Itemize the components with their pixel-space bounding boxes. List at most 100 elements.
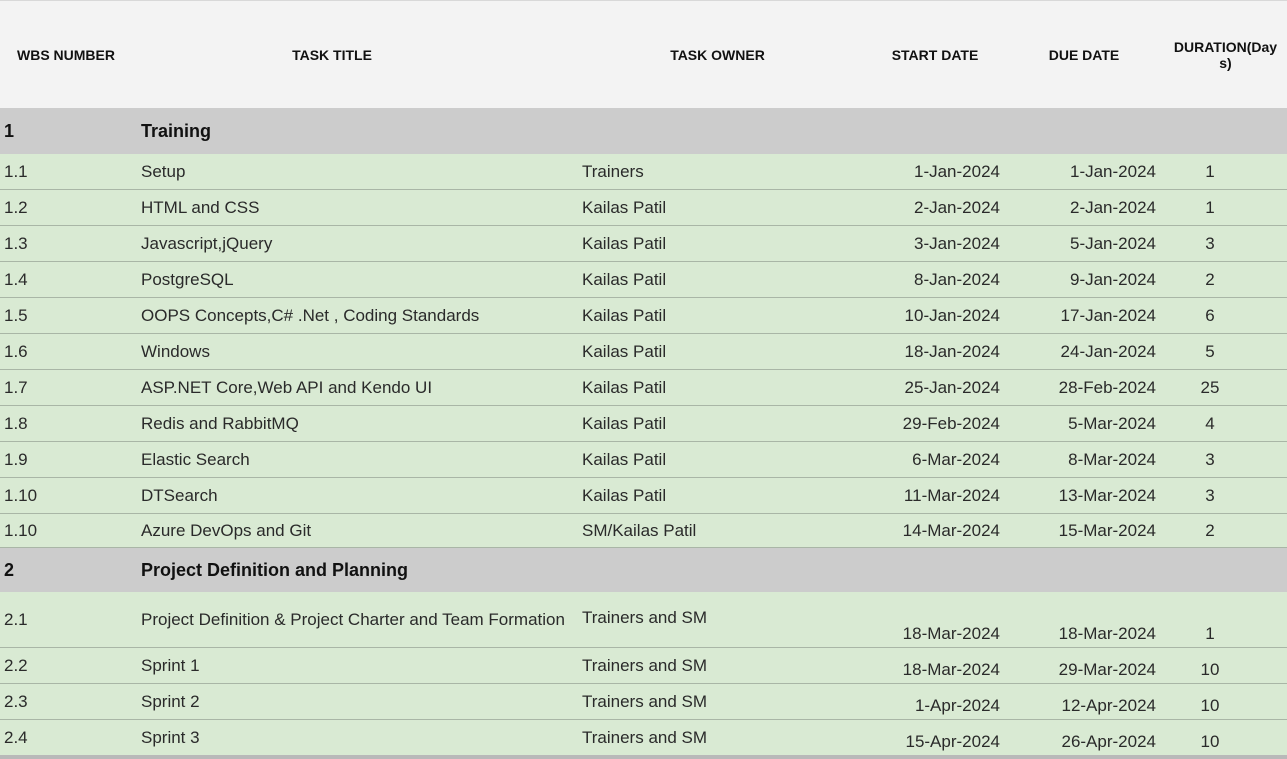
cell-task-title[interactable]: HTML and CSS: [141, 190, 259, 225]
cell-duration[interactable]: 1: [1186, 190, 1234, 225]
cell-duration[interactable]: 10: [1186, 684, 1234, 719]
cell-task-owner[interactable]: Kailas Patil: [582, 226, 666, 261]
cell-task-title[interactable]: Elastic Search: [141, 442, 250, 477]
cell-wbs-number[interactable]: 2.3: [4, 684, 28, 719]
cell-due-date[interactable]: 9-Jan-2024: [1000, 262, 1156, 297]
cell-task-title[interactable]: Training: [141, 108, 211, 154]
cell-due-date[interactable]: 12-Apr-2024: [1000, 684, 1156, 719]
cell-task-title[interactable]: Javascript,jQuery: [141, 226, 272, 261]
cell-start-date[interactable]: 18-Jan-2024: [850, 334, 1000, 369]
cell-start-date[interactable]: 25-Jan-2024: [850, 370, 1000, 405]
header-due-date[interactable]: DUE DATE: [1022, 1, 1146, 109]
cell-due-date[interactable]: 5-Mar-2024: [1000, 406, 1156, 441]
cell-duration[interactable]: 4: [1186, 406, 1234, 441]
cell-task-title[interactable]: Windows: [141, 334, 210, 369]
cell-wbs-number[interactable]: 1.3: [4, 226, 28, 261]
cell-wbs-number[interactable]: 2: [4, 548, 14, 592]
cell-task-title[interactable]: OOPS Concepts,C# .Net , Coding Standards: [141, 298, 479, 333]
cell-start-date[interactable]: 1-Apr-2024: [850, 684, 1000, 719]
cell-due-date[interactable]: 18-Mar-2024: [1000, 592, 1156, 647]
cell-duration[interactable]: 2: [1186, 262, 1234, 297]
cell-wbs-number[interactable]: 2.4: [4, 720, 28, 755]
cell-task-title[interactable]: DTSearch: [141, 478, 218, 513]
cell-wbs-number[interactable]: 1.6: [4, 334, 28, 369]
cell-wbs-number[interactable]: 2.2: [4, 648, 28, 683]
cell-wbs-number[interactable]: 1.10: [4, 478, 37, 513]
cell-task-owner[interactable]: Trainers and SM: [582, 648, 707, 683]
cell-wbs-number[interactable]: 2.1: [4, 592, 28, 647]
cell-due-date[interactable]: 26-Apr-2024: [1000, 720, 1156, 755]
cell-wbs-number[interactable]: 1.10: [4, 514, 37, 547]
cell-task-title[interactable]: Sprint 3: [141, 720, 200, 755]
cell-duration[interactable]: 10: [1186, 720, 1234, 755]
cell-duration[interactable]: 3: [1186, 226, 1234, 261]
cell-wbs-number[interactable]: 1.9: [4, 442, 28, 477]
cell-duration[interactable]: 10: [1186, 648, 1234, 683]
cell-wbs-number[interactable]: 1: [4, 108, 14, 154]
header-wbs-number[interactable]: WBS NUMBER: [0, 1, 132, 109]
cell-due-date[interactable]: 15-Mar-2024: [1000, 514, 1156, 547]
cell-due-date[interactable]: 8-Mar-2024: [1000, 442, 1156, 477]
cell-wbs-number[interactable]: 1.5: [4, 298, 28, 333]
cell-wbs-number[interactable]: 1.8: [4, 406, 28, 441]
header-task-owner[interactable]: TASK OWNER: [580, 1, 855, 109]
cell-task-owner[interactable]: Kailas Patil: [582, 478, 666, 513]
cell-task-title[interactable]: Azure DevOps and Git: [141, 514, 311, 547]
cell-task-title[interactable]: Project Definition & Project Charter and…: [141, 592, 571, 647]
cell-task-title[interactable]: PostgreSQL: [141, 262, 234, 297]
cell-start-date[interactable]: 14-Mar-2024: [850, 514, 1000, 547]
cell-task-title[interactable]: Sprint 2: [141, 684, 200, 719]
cell-due-date[interactable]: 1-Jan-2024: [1000, 154, 1156, 189]
header-start-date[interactable]: START DATE: [862, 1, 1008, 109]
cell-start-date[interactable]: 15-Apr-2024: [850, 720, 1000, 755]
cell-start-date[interactable]: 18-Mar-2024: [850, 592, 1000, 647]
cell-wbs-number[interactable]: 1.7: [4, 370, 28, 405]
cell-task-owner[interactable]: Trainers and SM: [582, 720, 707, 755]
cell-wbs-number[interactable]: 1.2: [4, 190, 28, 225]
cell-start-date[interactable]: 1-Jan-2024: [850, 154, 1000, 189]
cell-task-title[interactable]: Sprint 1: [141, 648, 200, 683]
cell-task-owner[interactable]: Kailas Patil: [582, 406, 666, 441]
cell-task-owner[interactable]: SM/Kailas Patil: [582, 514, 696, 547]
cell-due-date[interactable]: 28-Feb-2024: [1000, 370, 1156, 405]
cell-start-date[interactable]: 3-Jan-2024: [850, 226, 1000, 261]
cell-duration[interactable]: 1: [1186, 154, 1234, 189]
cell-task-title[interactable]: ASP.NET Core,Web API and Kendo UI: [141, 370, 432, 405]
cell-due-date[interactable]: 17-Jan-2024: [1000, 298, 1156, 333]
cell-duration[interactable]: 25: [1186, 370, 1234, 405]
cell-wbs-number[interactable]: 1.1: [4, 154, 28, 189]
cell-due-date[interactable]: 13-Mar-2024: [1000, 478, 1156, 513]
cell-task-owner[interactable]: Trainers and SM: [582, 684, 707, 719]
cell-start-date[interactable]: 11-Mar-2024: [850, 478, 1000, 513]
cell-task-owner[interactable]: Kailas Patil: [582, 334, 666, 369]
cell-duration[interactable]: 1: [1186, 592, 1234, 647]
cell-duration[interactable]: 3: [1186, 478, 1234, 513]
cell-start-date[interactable]: 6-Mar-2024: [850, 442, 1000, 477]
cell-task-owner[interactable]: Kailas Patil: [582, 442, 666, 477]
cell-task-title[interactable]: Setup: [141, 154, 185, 189]
cell-task-owner[interactable]: Kailas Patil: [582, 190, 666, 225]
cell-wbs-number[interactable]: 1.4: [4, 262, 28, 297]
cell-task-owner[interactable]: Kailas Patil: [582, 262, 666, 297]
cell-start-date[interactable]: 18-Mar-2024: [850, 648, 1000, 683]
cell-start-date[interactable]: 10-Jan-2024: [850, 298, 1000, 333]
cell-start-date[interactable]: 2-Jan-2024: [850, 190, 1000, 225]
cell-duration[interactable]: 5: [1186, 334, 1234, 369]
cell-task-owner[interactable]: Kailas Patil: [582, 298, 666, 333]
cell-duration[interactable]: 6: [1186, 298, 1234, 333]
cell-duration[interactable]: 2: [1186, 514, 1234, 547]
header-task-title[interactable]: TASK TITLE: [132, 1, 532, 109]
cell-start-date[interactable]: 8-Jan-2024: [850, 262, 1000, 297]
cell-task-owner[interactable]: Kailas Patil: [582, 370, 666, 405]
cell-task-title[interactable]: Redis and RabbitMQ: [141, 406, 299, 441]
header-duration[interactable]: DURATION(Day s): [1164, 1, 1287, 109]
cell-due-date[interactable]: 24-Jan-2024: [1000, 334, 1156, 369]
cell-task-title[interactable]: Project Definition and Planning: [141, 548, 408, 592]
cell-start-date[interactable]: 29-Feb-2024: [850, 406, 1000, 441]
cell-due-date[interactable]: 29-Mar-2024: [1000, 648, 1156, 683]
cell-task-owner[interactable]: Trainers and SM: [582, 592, 707, 647]
cell-task-owner[interactable]: Trainers: [582, 154, 644, 189]
cell-due-date[interactable]: 5-Jan-2024: [1000, 226, 1156, 261]
cell-duration[interactable]: 3: [1186, 442, 1234, 477]
cell-due-date[interactable]: 2-Jan-2024: [1000, 190, 1156, 225]
